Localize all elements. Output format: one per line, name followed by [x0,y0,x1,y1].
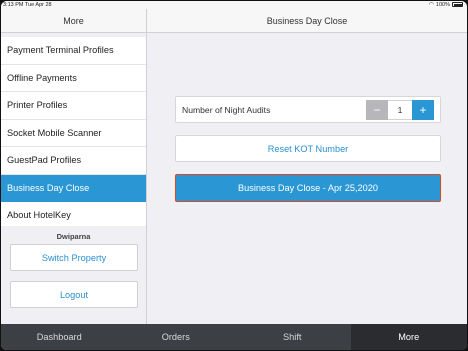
battery-percent: 100% [435,1,450,8]
page-title: Business Day Close [266,15,348,26]
sidebar-item-label: Business Day Close [7,182,90,193]
sidebar-item-label: Offline Payments [7,72,77,83]
reset-kot-number-button[interactable]: Reset KOT Number [175,135,441,162]
sidebar: Payment Terminal Profiles Offline Paymen… [1,33,147,324]
logout-button[interactable]: Logout [10,281,138,308]
night-audits-stepper: − 1 + [366,100,434,120]
increment-button[interactable]: + [412,100,434,120]
sidebar-item-label: Payment Terminal Profiles [7,45,114,56]
tab-more[interactable]: More [350,324,467,350]
sidebar-item-business-day-close[interactable]: Business Day Close [1,174,146,202]
main-header: Business Day Close [147,9,467,33]
sidebar-item-socket-mobile-scanner[interactable]: Socket Mobile Scanner [1,119,146,147]
user-block: Dwiparna Switch Property Logout [1,226,146,324]
night-audits-value[interactable]: 1 [388,100,412,120]
tab-bar: Dashboard Orders Shift More [1,324,467,350]
sidebar-item-label: Printer Profiles [7,100,68,111]
sidebar-title: More [63,15,84,26]
decrement-button[interactable]: − [366,100,388,120]
battery-icon [452,2,463,7]
sidebar-item-label: About HotelKey [7,210,71,221]
night-audits-label: Number of Night Audits [182,105,271,115]
wifi-icon: ◠ [428,1,434,8]
tab-orders[interactable]: Orders [118,324,235,350]
sidebar-item-label: GuestPad Profiles [7,155,82,166]
sidebar-item-guestpad-profiles[interactable]: GuestPad Profiles [1,147,146,175]
tab-shift[interactable]: Shift [234,324,351,350]
status-right: ◠ 100% [429,2,463,8]
main-content: Number of Night Audits − 1 + Reset KOT N… [147,33,467,324]
sidebar-item-label: Socket Mobile Scanner [7,127,102,138]
sidebar-item-offline-payments[interactable]: Offline Payments [1,64,146,92]
status-bar: 3:13 PM Tue Apr 28 ◠ 100% [1,1,467,9]
switch-property-button[interactable]: Switch Property [10,244,138,271]
tab-dashboard[interactable]: Dashboard [1,324,118,350]
business-day-close-button[interactable]: Business Day Close - Apr 25,2020 [175,174,441,202]
sidebar-item-printer-profiles[interactable]: Printer Profiles [1,92,146,120]
sidebar-header: More [1,9,147,33]
app-frame: 3:13 PM Tue Apr 28 ◠ 100% More Business … [1,1,467,350]
night-audits-row: Number of Night Audits − 1 + [175,96,441,123]
status-time: 3:13 PM Tue Apr 28 [3,1,52,8]
username: Dwiparna [56,232,91,241]
sidebar-item-payment-terminal-profiles[interactable]: Payment Terminal Profiles [1,37,146,65]
sidebar-menu: Payment Terminal Profiles Offline Paymen… [1,37,146,230]
